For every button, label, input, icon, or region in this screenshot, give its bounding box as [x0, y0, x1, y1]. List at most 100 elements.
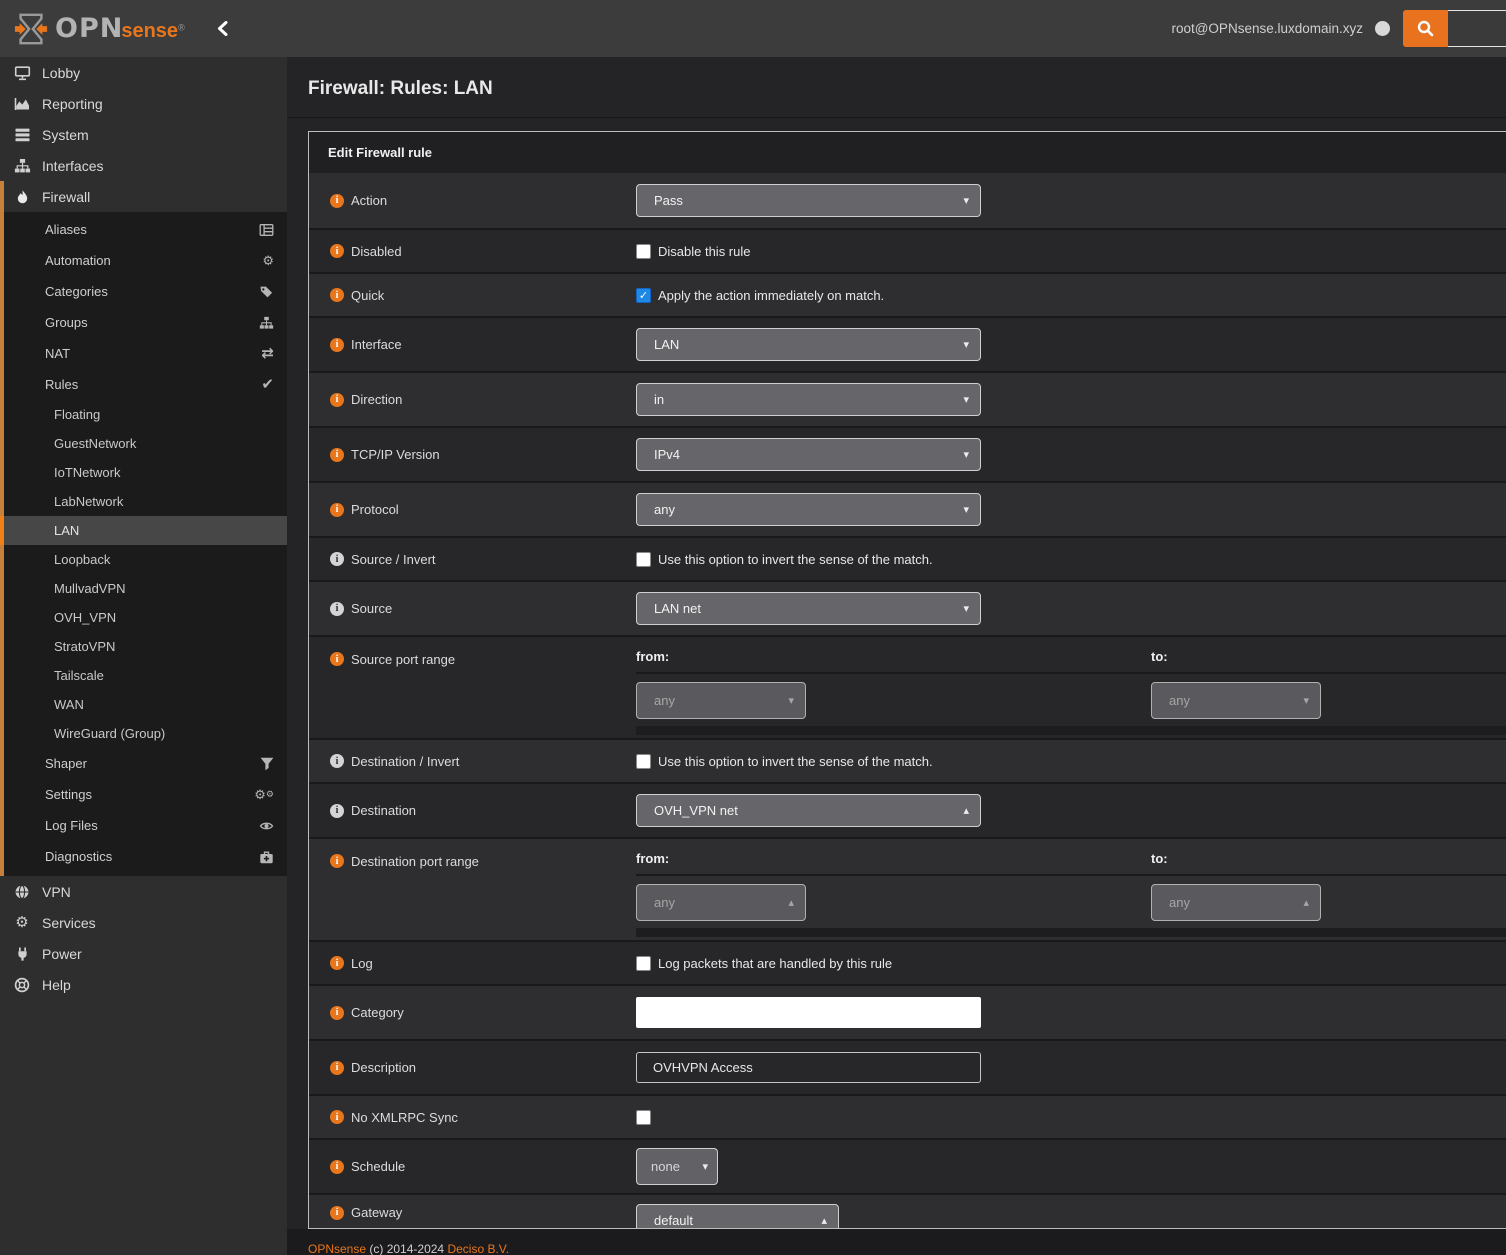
info-icon[interactable]: i — [330, 1006, 344, 1020]
info-icon[interactable]: i — [330, 552, 344, 566]
registered-mark: ® — [178, 23, 185, 33]
life-ring-icon — [13, 977, 31, 993]
source-port-from-select[interactable]: any▾ — [636, 682, 806, 719]
info-icon[interactable]: i — [330, 393, 344, 407]
source-invert-checkbox[interactable]: Use this option to invert the sense of t… — [636, 552, 933, 567]
sidebar-item-rules-guestnetwork[interactable]: GuestNetwork — [4, 429, 287, 458]
checkbox-unchecked — [636, 244, 651, 259]
no-xmlrpc-checkbox[interactable] — [636, 1110, 651, 1125]
list-icon — [259, 223, 274, 237]
sidebar-item-rules-loopback[interactable]: Loopback — [4, 545, 287, 574]
sidebar-item-lobby[interactable]: Lobby — [0, 57, 287, 88]
ip-version-select[interactable]: IPv4▾ — [636, 438, 981, 471]
panel-title: Edit Firewall rule — [309, 132, 1506, 173]
disabled-checkbox[interactable]: Disable this rule — [636, 244, 751, 259]
opnsense-footer-link[interactable]: OPNsense — [308, 1242, 366, 1255]
sidebar-item-groups[interactable]: Groups — [4, 307, 287, 338]
destination-port-from-select[interactable]: any▴ — [636, 884, 806, 921]
action-select[interactable]: Pass▾ — [636, 184, 981, 217]
info-icon[interactable]: i — [330, 854, 344, 868]
sidebar-item-vpn[interactable]: VPN — [0, 876, 287, 907]
sidebar-item-rules-stratovpn[interactable]: StratoVPN — [4, 632, 287, 661]
destination-invert-checkbox[interactable]: Use this option to invert the sense of t… — [636, 754, 933, 769]
sidebar-item-rules-labnetwork[interactable]: LabNetwork — [4, 487, 287, 516]
sidebar-item-firewall[interactable]: Firewall — [4, 181, 287, 212]
quick-checkbox[interactable]: ✓Apply the action immediately on match. — [636, 288, 884, 303]
info-icon[interactable]: i — [330, 652, 344, 666]
sidebar-item-rules-wireguard-group[interactable]: WireGuard (Group) — [4, 719, 287, 748]
destination-port-to-select[interactable]: any▴ — [1151, 884, 1321, 921]
opnsense-logo[interactable]: OPNsense® — [14, 12, 185, 46]
sidebar-collapse-chevron-icon[interactable] — [217, 21, 228, 36]
info-icon[interactable]: i — [330, 804, 344, 818]
search-input[interactable] — [1448, 10, 1506, 47]
info-icon[interactable]: i — [330, 244, 344, 258]
form-row-source-invert: iSource / Invert Use this option to inve… — [309, 536, 1506, 580]
sidebar-item-system[interactable]: System — [0, 119, 287, 150]
category-input[interactable] — [636, 997, 981, 1028]
checkbox-checked: ✓ — [636, 288, 651, 303]
info-icon[interactable]: i — [330, 1206, 344, 1220]
sidebar-item-services[interactable]: ⚙ Services — [0, 907, 287, 938]
gateway-select[interactable]: default▴ — [636, 1204, 839, 1228]
sidebar-item-rules-tailscale[interactable]: Tailscale — [4, 661, 287, 690]
sidebar-item-log-files[interactable]: Log Files — [4, 810, 287, 841]
sidebar-item-rules-ovh-vpn[interactable]: OVH_VPN — [4, 603, 287, 632]
info-icon[interactable]: i — [330, 448, 344, 462]
protocol-select[interactable]: any▾ — [636, 493, 981, 526]
info-icon[interactable]: i — [330, 754, 344, 768]
chevron-up-icon: ▴ — [1303, 896, 1309, 909]
info-icon[interactable]: i — [330, 1160, 344, 1174]
sidebar-item-power[interactable]: Power — [0, 938, 287, 969]
info-icon[interactable]: i — [330, 194, 344, 208]
schedule-select[interactable]: none▾ — [636, 1148, 718, 1185]
sidebar-item-interfaces[interactable]: Interfaces — [0, 150, 287, 181]
direction-select[interactable]: in▾ — [636, 383, 981, 416]
sidebar-item-rules[interactable]: Rules ✔ — [4, 369, 287, 400]
chevron-up-icon: ▴ — [788, 896, 794, 909]
source-port-to-select[interactable]: any▾ — [1151, 682, 1321, 719]
info-icon[interactable]: i — [330, 1061, 344, 1075]
scroll-track — [636, 726, 1506, 735]
info-icon[interactable]: i — [330, 956, 344, 970]
form-row-direction: iDirection in▾ — [309, 371, 1506, 426]
destination-select[interactable]: OVH_VPN net▴ — [636, 794, 981, 827]
sidebar-item-categories[interactable]: Categories — [4, 276, 287, 307]
interface-select[interactable]: LAN▾ — [636, 328, 981, 361]
filter-icon — [260, 757, 274, 771]
chevron-down-icon: ▾ — [963, 338, 969, 351]
info-icon[interactable]: i — [330, 602, 344, 616]
sidebar-item-shaper[interactable]: Shaper — [4, 748, 287, 779]
description-input[interactable] — [636, 1052, 981, 1083]
info-icon[interactable]: i — [330, 503, 344, 517]
sidebar-item-automation[interactable]: Automation ⚙ — [4, 245, 287, 276]
sidebar-item-reporting[interactable]: Reporting — [0, 88, 287, 119]
sidebar-item-diagnostics[interactable]: Diagnostics — [4, 841, 287, 872]
eye-icon — [259, 819, 274, 833]
scroll-track — [636, 928, 1506, 937]
info-icon[interactable]: i — [330, 338, 344, 352]
info-icon[interactable]: i — [330, 1110, 344, 1124]
sidebar-item-rules-floating[interactable]: Floating — [4, 400, 287, 429]
sidebar: Lobby Reporting System Interfaces — [0, 57, 287, 1255]
gears-icon: ⚙⚙ — [254, 788, 274, 801]
sidebar-item-settings[interactable]: Settings ⚙⚙ — [4, 779, 287, 810]
sidebar-item-nat[interactable]: NAT ⇄ — [4, 338, 287, 369]
sidebar-item-rules-wan[interactable]: WAN — [4, 690, 287, 719]
sidebar-item-help[interactable]: Help — [0, 969, 287, 1000]
sidebar-item-rules-mullvadvpn[interactable]: MullvadVPN — [4, 574, 287, 603]
deciso-footer-link[interactable]: Deciso B.V. — [447, 1242, 509, 1255]
log-checkbox[interactable]: Log packets that are handled by this rul… — [636, 956, 892, 971]
sidebar-item-rules-lan[interactable]: LAN — [4, 516, 287, 545]
sitemap-icon — [13, 158, 31, 174]
source-select[interactable]: LAN net▾ — [636, 592, 981, 625]
search-button[interactable] — [1403, 10, 1448, 47]
exchange-icon: ⇄ — [261, 346, 274, 361]
from-label: from: — [636, 851, 1151, 866]
info-icon[interactable]: i — [330, 288, 344, 302]
sidebar-item-rules-iotnetwork[interactable]: IoTNetwork — [4, 458, 287, 487]
chevron-down-icon: ▾ — [702, 1160, 708, 1173]
form-row-log: iLog Log packets that are handled by thi… — [309, 940, 1506, 984]
chevron-down-icon: ▾ — [788, 694, 794, 707]
sidebar-item-aliases[interactable]: Aliases — [4, 214, 287, 245]
